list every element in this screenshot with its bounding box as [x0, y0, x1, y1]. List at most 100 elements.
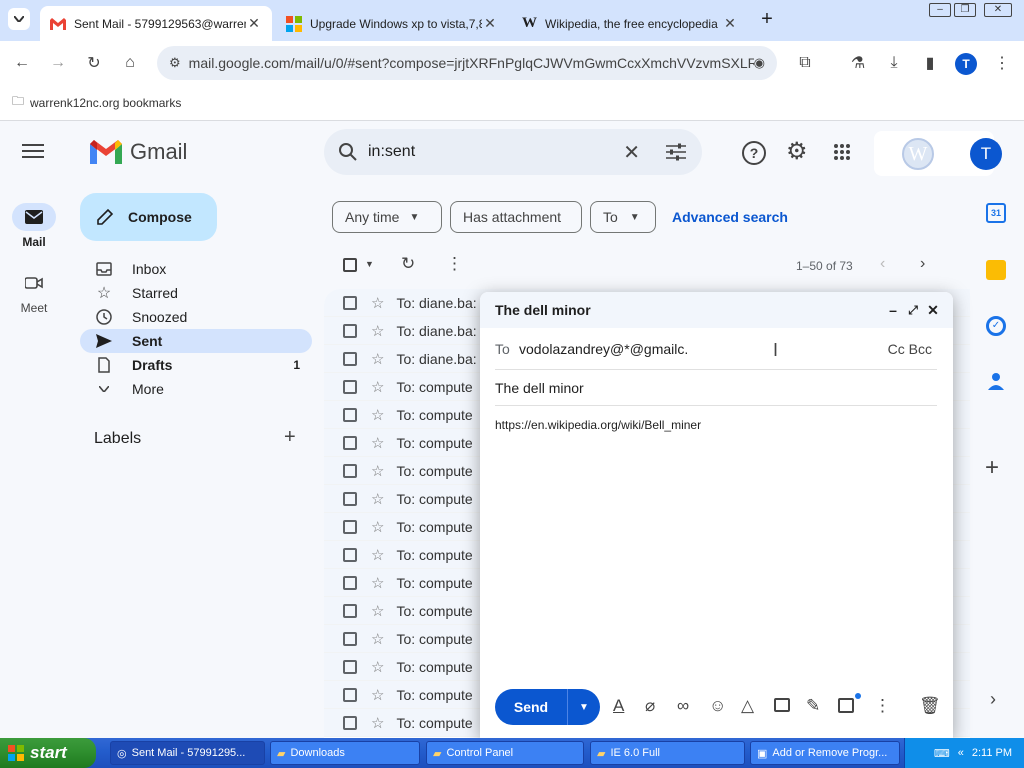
nav-snoozed[interactable]: Snoozed — [80, 305, 312, 329]
main-menu-icon[interactable] — [22, 143, 46, 161]
contacts-icon[interactable] — [988, 372, 1004, 390]
star-icon[interactable]: ☆ — [371, 630, 384, 648]
filter-to[interactable]: To ▼ — [590, 201, 656, 233]
cc-bcc-link[interactable]: Cc Bcc — [888, 341, 932, 357]
row-checkbox[interactable] — [343, 351, 357, 366]
star-icon[interactable]: ☆ — [371, 322, 384, 340]
subject-field[interactable]: The dell minor — [495, 370, 937, 406]
insert-link-icon[interactable]: ∞ — [677, 696, 689, 716]
compose-header[interactable]: The dell minor – ⤢ ✕ — [480, 292, 953, 328]
star-icon[interactable]: ☆ — [371, 490, 384, 508]
star-icon[interactable]: ☆ — [371, 406, 384, 424]
star-icon[interactable]: ☆ — [371, 462, 384, 480]
taskbar-item-sent-mail[interactable]: ◎ Sent Mail - 57991295... — [110, 741, 265, 765]
close-icon[interactable]: ✕ — [722, 15, 738, 32]
browser-menu-icon[interactable]: ⋮ — [992, 53, 1012, 73]
signature-pen-icon[interactable]: ✎ — [806, 696, 820, 716]
add-label-icon[interactable]: + — [284, 426, 296, 449]
send-options-icon[interactable]: ▼ — [567, 689, 600, 725]
extensions-icon[interactable]: ⧉ — [795, 53, 815, 73]
discard-trash-icon[interactable]: 🗑 — [919, 696, 941, 716]
star-icon[interactable]: ☆ — [371, 714, 384, 732]
row-checkbox[interactable] — [343, 631, 357, 646]
advanced-search-link[interactable]: Advanced search — [672, 209, 788, 225]
select-caret-icon[interactable]: ▼ — [365, 259, 374, 269]
star-icon[interactable]: ☆ — [371, 658, 384, 676]
subject-input[interactable]: The dell minor — [495, 380, 584, 396]
row-checkbox[interactable] — [343, 547, 357, 562]
row-checkbox[interactable] — [343, 463, 357, 478]
minimize-button[interactable]: – — [929, 3, 951, 17]
star-icon[interactable]: ☆ — [371, 350, 384, 368]
star-icon[interactable]: ☆ — [371, 686, 384, 704]
google-apps-icon[interactable] — [833, 143, 851, 161]
download-icon[interactable]: ⤓ — [884, 53, 904, 73]
nav-starred[interactable]: ☆ Starred — [80, 281, 312, 305]
prev-page-icon[interactable]: ‹ — [880, 255, 885, 273]
profile-avatar[interactable]: T — [955, 53, 977, 75]
restore-button[interactable]: ❐ — [954, 3, 976, 17]
star-icon[interactable]: ☆ — [371, 574, 384, 592]
account-avatar[interactable]: T — [970, 138, 1002, 170]
gmail-logo[interactable]: Gmail — [90, 139, 187, 165]
home-icon[interactable]: ⌂ — [120, 53, 140, 73]
calendar-icon[interactable]: 31 — [986, 203, 1006, 223]
attach-paperclip-icon[interactable]: ⌀ — [645, 696, 655, 716]
nav-more[interactable]: More — [80, 377, 312, 401]
star-icon[interactable]: ☆ — [371, 434, 384, 452]
more-options-icon[interactable]: ⋮ — [446, 254, 463, 274]
formatting-icon[interactable]: A — [613, 696, 624, 716]
rail-mail[interactable]: Mail — [0, 203, 68, 249]
search-input[interactable]: in:sent — [368, 143, 623, 161]
close-icon[interactable]: ✕ — [923, 302, 943, 319]
close-icon[interactable]: ✕ — [482, 15, 498, 32]
row-checkbox[interactable] — [343, 407, 357, 422]
tab-wikipedia[interactable]: W Wikipedia, the free encyclopedia ✕ — [512, 6, 748, 41]
settings-gear-icon[interactable]: ⚙ — [786, 137, 808, 166]
keyboard-icon[interactable]: ⌨ — [934, 747, 950, 760]
star-icon[interactable]: ☆ — [371, 378, 384, 396]
more-options-icon[interactable]: ⋮ — [874, 696, 891, 716]
insert-photo-icon[interactable] — [774, 698, 790, 712]
tracking-eye-icon[interactable]: ◉ — [754, 55, 765, 71]
nav-inbox[interactable]: Inbox — [80, 257, 312, 281]
refresh-icon[interactable]: ↻ — [401, 254, 415, 274]
nav-sent[interactable]: Sent — [80, 329, 312, 353]
pop-out-icon[interactable]: ⤢ — [903, 303, 923, 318]
next-page-icon[interactable]: › — [920, 255, 925, 273]
row-checkbox[interactable] — [343, 603, 357, 618]
to-field[interactable]: To vodolazandrey@*@gmailc. Cc Bcc — [495, 328, 937, 370]
close-icon[interactable]: ✕ — [246, 15, 262, 32]
back-icon[interactable]: ← — [12, 53, 32, 73]
address-bar[interactable]: ⚙ mail.google.com/mail/u/0/#sent?compose… — [157, 46, 777, 80]
send-button[interactable]: Send ▼ — [495, 689, 600, 725]
drive-icon[interactable]: △ — [741, 696, 754, 716]
star-icon[interactable]: ☆ — [371, 518, 384, 536]
start-button[interactable]: start — [0, 738, 96, 768]
star-icon[interactable]: ☆ — [371, 294, 384, 312]
filter-any-time[interactable]: Any time ▼ — [332, 201, 442, 233]
keep-icon[interactable] — [986, 260, 1006, 280]
taskbar-item-downloads[interactable]: ▰ Downloads — [270, 741, 420, 765]
row-checkbox[interactable] — [343, 519, 357, 534]
row-checkbox[interactable] — [343, 715, 357, 730]
row-checkbox[interactable] — [343, 295, 357, 310]
star-icon[interactable]: ☆ — [371, 602, 384, 620]
tab-upgrade-windows[interactable]: Upgrade Windows xp to vista,7,8,... ✕ — [276, 6, 508, 41]
row-checkbox[interactable] — [343, 575, 357, 590]
labs-flask-icon[interactable]: ⚗ — [848, 53, 868, 73]
taskbar-item-add-remove[interactable]: ▣ Add or Remove Progr... — [750, 741, 900, 765]
row-checkbox[interactable] — [343, 491, 357, 506]
help-icon[interactable]: ? — [742, 141, 766, 165]
clear-search-icon[interactable]: ✕ — [623, 140, 640, 165]
schedule-calendar-icon[interactable] — [838, 698, 854, 713]
to-input[interactable]: vodolazandrey@*@gmailc. — [519, 341, 888, 357]
row-checkbox[interactable] — [343, 687, 357, 702]
tab-sent-mail[interactable]: Sent Mail - 5799129563@warrenk12nc.org ✕ — [40, 6, 272, 41]
row-checkbox[interactable] — [343, 435, 357, 450]
compose-button[interactable]: Compose — [80, 193, 217, 241]
close-window-button[interactable]: ✕ — [984, 3, 1012, 17]
forward-icon[interactable]: → — [48, 53, 68, 73]
side-panel-icon[interactable]: ▮ — [920, 53, 940, 73]
filter-has-attachment[interactable]: Has attachment — [450, 201, 582, 233]
